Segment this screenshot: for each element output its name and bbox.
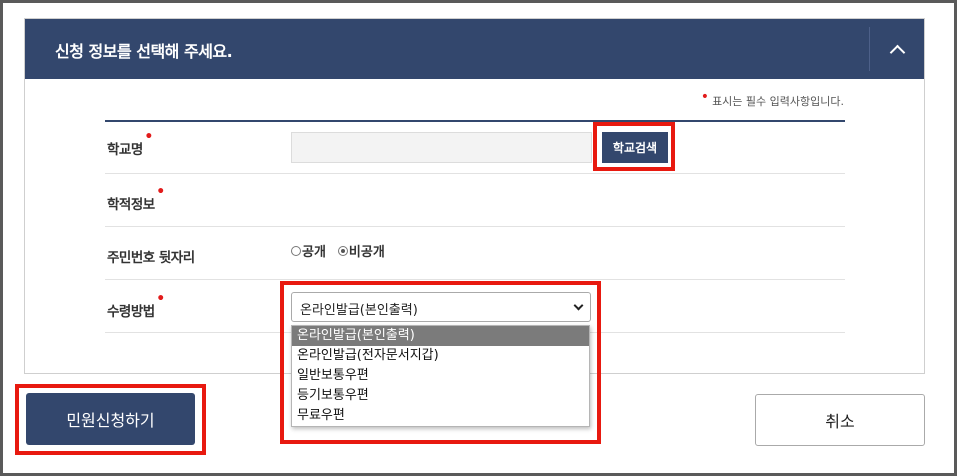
row-divider bbox=[105, 226, 845, 227]
academic-info-label: 학적정보 • bbox=[107, 184, 165, 213]
required-mark-icon: • bbox=[700, 89, 710, 105]
radio-circle-icon bbox=[291, 245, 301, 256]
dropdown-option[interactable]: 무료우편 bbox=[292, 406, 589, 426]
panel-header: 신청 정보를 선택해 주세요. bbox=[25, 19, 924, 79]
required-mark-icon: • bbox=[144, 129, 153, 145]
school-search-button[interactable]: 학교검색 bbox=[602, 132, 668, 163]
dropdown-option[interactable]: 등기보통우편 bbox=[292, 386, 589, 406]
radio-public[interactable]: 공개 bbox=[291, 241, 326, 260]
required-mark-icon: • bbox=[156, 184, 165, 200]
school-label: 학교명 • bbox=[107, 129, 153, 158]
radio-private[interactable]: 비공개 bbox=[337, 241, 385, 260]
cancel-button[interactable]: 취소 bbox=[755, 394, 925, 446]
radio-circle-checked-icon bbox=[337, 245, 348, 256]
required-note: • 표시는 필수 입력사항입니다. bbox=[700, 89, 844, 108]
dropdown-option[interactable]: 일반보통우편 bbox=[292, 366, 589, 386]
row-divider bbox=[105, 173, 845, 174]
required-mark-icon: • bbox=[156, 291, 165, 307]
chevron-down-icon bbox=[573, 300, 584, 311]
form-top-divider bbox=[105, 120, 845, 122]
school-name-input[interactable] bbox=[291, 132, 592, 163]
receipt-method-dropdown-list: 온라인발급(본인출력) 온라인발급(전자문서지갑) 일반보통우편 등기보통우편 … bbox=[291, 325, 590, 427]
receipt-method-select[interactable]: 온라인발급(본인출력) bbox=[291, 292, 591, 322]
dropdown-option[interactable]: 온라인발급(전자문서지갑) bbox=[292, 346, 589, 366]
panel-title: 신청 정보를 선택해 주세요. bbox=[55, 42, 233, 61]
resident-number-radio-group: 공개 비공개 bbox=[291, 241, 385, 260]
receipt-method-label: 수령방법 • bbox=[107, 291, 165, 320]
chevron-up-icon bbox=[889, 44, 905, 60]
dropdown-option[interactable]: 온라인발급(본인출력) bbox=[292, 326, 589, 346]
row-divider bbox=[105, 279, 845, 280]
collapse-button[interactable] bbox=[870, 19, 924, 79]
resident-number-label: 주민번호 뒷자리 bbox=[107, 250, 195, 266]
apply-button[interactable]: 민원신청하기 bbox=[26, 393, 195, 445]
application-info-panel: 신청 정보를 선택해 주세요. • 표시는 필수 입력사항입니다. 학교명 • 학교… bbox=[24, 18, 925, 374]
